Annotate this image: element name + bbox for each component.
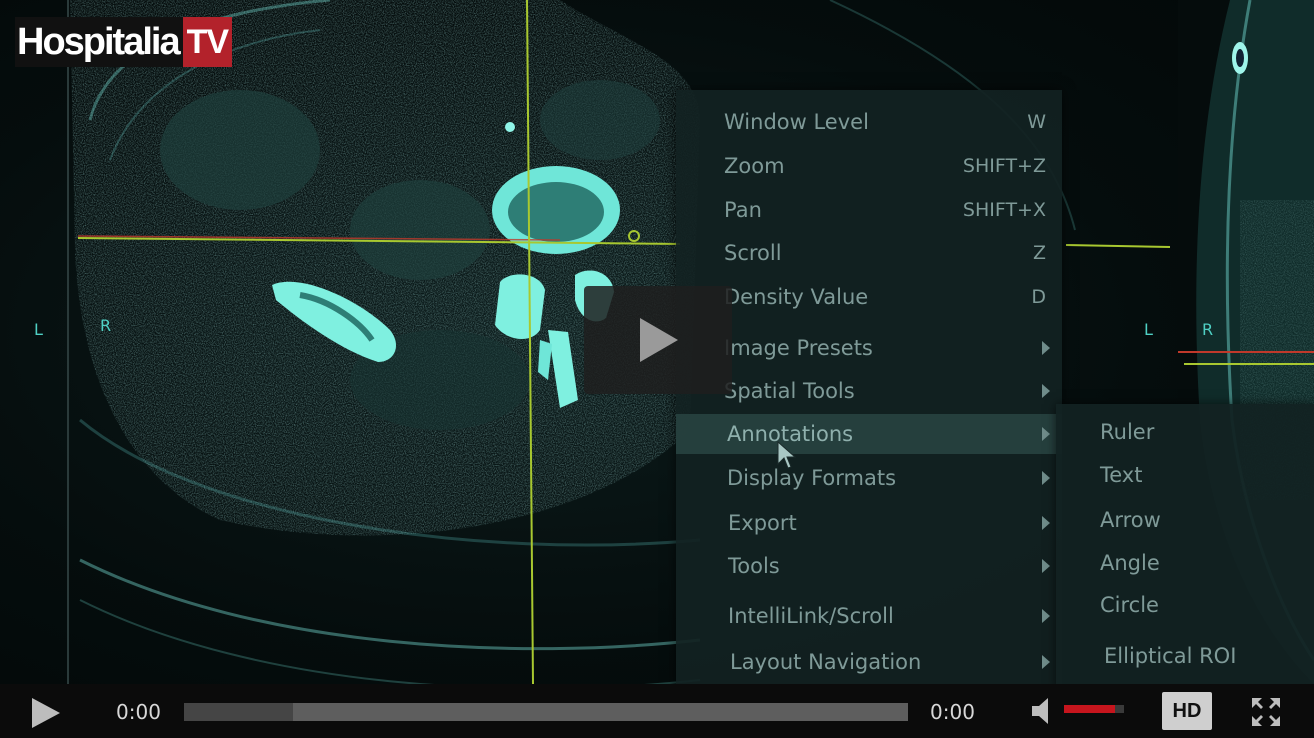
- menu-item-pan[interactable]: Pan SHIFT+X: [676, 190, 1062, 230]
- menu-item-label: Pan: [724, 198, 762, 222]
- menu-item-spatial-tools[interactable]: Spatial Tools: [676, 371, 1062, 411]
- current-time: 0:00: [116, 700, 161, 724]
- menu-item-image-presets[interactable]: Image Presets: [676, 328, 1062, 368]
- submenu-arrow-icon: [1042, 609, 1050, 623]
- mouse-pointer-icon: [777, 440, 797, 469]
- play-pause-button[interactable]: [32, 698, 60, 728]
- video-player[interactable]: Hospitalia TV L R L R Window Level W Zoo…: [0, 0, 1314, 738]
- menu-item-label: Image Presets: [724, 336, 873, 360]
- submenu-arrow-icon: [1042, 341, 1050, 355]
- menu-item-export[interactable]: Export: [676, 503, 1062, 543]
- menu-item-label: Display Formats: [727, 466, 897, 490]
- menu-item-label: Scroll: [724, 241, 782, 265]
- buffered-progress: [184, 703, 293, 721]
- duration-time: 0:00: [930, 700, 975, 724]
- submenu-arrow-icon: [1042, 559, 1050, 573]
- menu-item-display-formats[interactable]: Display Formats: [676, 458, 1062, 498]
- menu-item-scroll[interactable]: Scroll Z: [676, 233, 1062, 273]
- volume-level: [1064, 705, 1115, 713]
- volume-icon[interactable]: [1030, 696, 1054, 726]
- menu-item-label: Zoom: [724, 154, 785, 178]
- submenu-arrow-icon: [1042, 427, 1050, 441]
- menu-item-shortcut: SHIFT+X: [962, 199, 1046, 221]
- menu-item-layout-navigation[interactable]: Layout Navigation: [676, 642, 1062, 682]
- submenu-item-angle[interactable]: Angle: [1100, 551, 1160, 575]
- hd-toggle-button[interactable]: HD: [1162, 692, 1212, 730]
- menu-item-shortcut: SHIFT+Z: [962, 155, 1046, 177]
- menu-item-tools[interactable]: Tools: [676, 546, 1062, 586]
- menu-item-label: Spatial Tools: [724, 379, 855, 403]
- submenu-arrow-icon: [1042, 471, 1050, 485]
- context-menu: Window Level W Zoom SHIFT+Z Pan SHIFT+X …: [676, 90, 1062, 690]
- logo-suffix: TV: [182, 17, 233, 67]
- menu-item-shortcut: D: [1031, 286, 1046, 308]
- orientation-right-marker: R: [100, 316, 112, 335]
- submenu-item-circle[interactable]: Circle: [1100, 593, 1159, 617]
- player-control-bar: 0:00 0:00 HD: [0, 684, 1314, 738]
- submenu-item-arrow[interactable]: Arrow: [1100, 508, 1161, 532]
- orientation-left-marker-2: L: [1144, 320, 1153, 339]
- seek-bar[interactable]: [184, 703, 908, 721]
- play-icon: [640, 318, 678, 362]
- big-play-button[interactable]: [584, 286, 732, 394]
- orientation-right-marker-2: R: [1202, 320, 1214, 339]
- submenu-arrow-icon: [1042, 516, 1050, 530]
- hospitalia-tv-logo: Hospitalia TV: [15, 17, 236, 67]
- submenu-arrow-icon: [1042, 384, 1050, 398]
- fullscreen-icon[interactable]: [1250, 696, 1282, 728]
- menu-item-density-value[interactable]: Density Value D: [676, 277, 1062, 317]
- submenu-arrow-icon: [1042, 655, 1050, 669]
- submenu-item-ruler[interactable]: Ruler: [1100, 420, 1154, 444]
- menu-item-label: Density Value: [724, 285, 869, 309]
- orientation-left-marker: L: [34, 320, 43, 339]
- menu-item-label: Tools: [728, 554, 780, 578]
- menu-item-intellilink-scroll[interactable]: IntelliLink/Scroll: [676, 596, 1062, 636]
- volume-slider[interactable]: [1064, 705, 1124, 713]
- menu-item-annotations[interactable]: Annotations: [676, 414, 1062, 454]
- annotations-submenu: Ruler Text Arrow Angle Circle Elliptical…: [1056, 404, 1314, 690]
- menu-item-zoom[interactable]: Zoom SHIFT+Z: [676, 146, 1062, 186]
- menu-item-window-level[interactable]: Window Level W: [676, 102, 1062, 142]
- menu-item-label: Export: [728, 511, 797, 535]
- menu-item-shortcut: Z: [1032, 242, 1046, 264]
- menu-item-label: IntelliLink/Scroll: [728, 604, 894, 628]
- menu-item-label: Layout Navigation: [730, 650, 922, 674]
- menu-item-label: Window Level: [724, 110, 869, 134]
- submenu-item-elliptical-roi[interactable]: Elliptical ROI: [1104, 644, 1236, 668]
- submenu-item-text[interactable]: Text: [1100, 463, 1142, 487]
- logo-name: Hospitalia: [15, 17, 183, 67]
- menu-item-shortcut: W: [1027, 111, 1046, 133]
